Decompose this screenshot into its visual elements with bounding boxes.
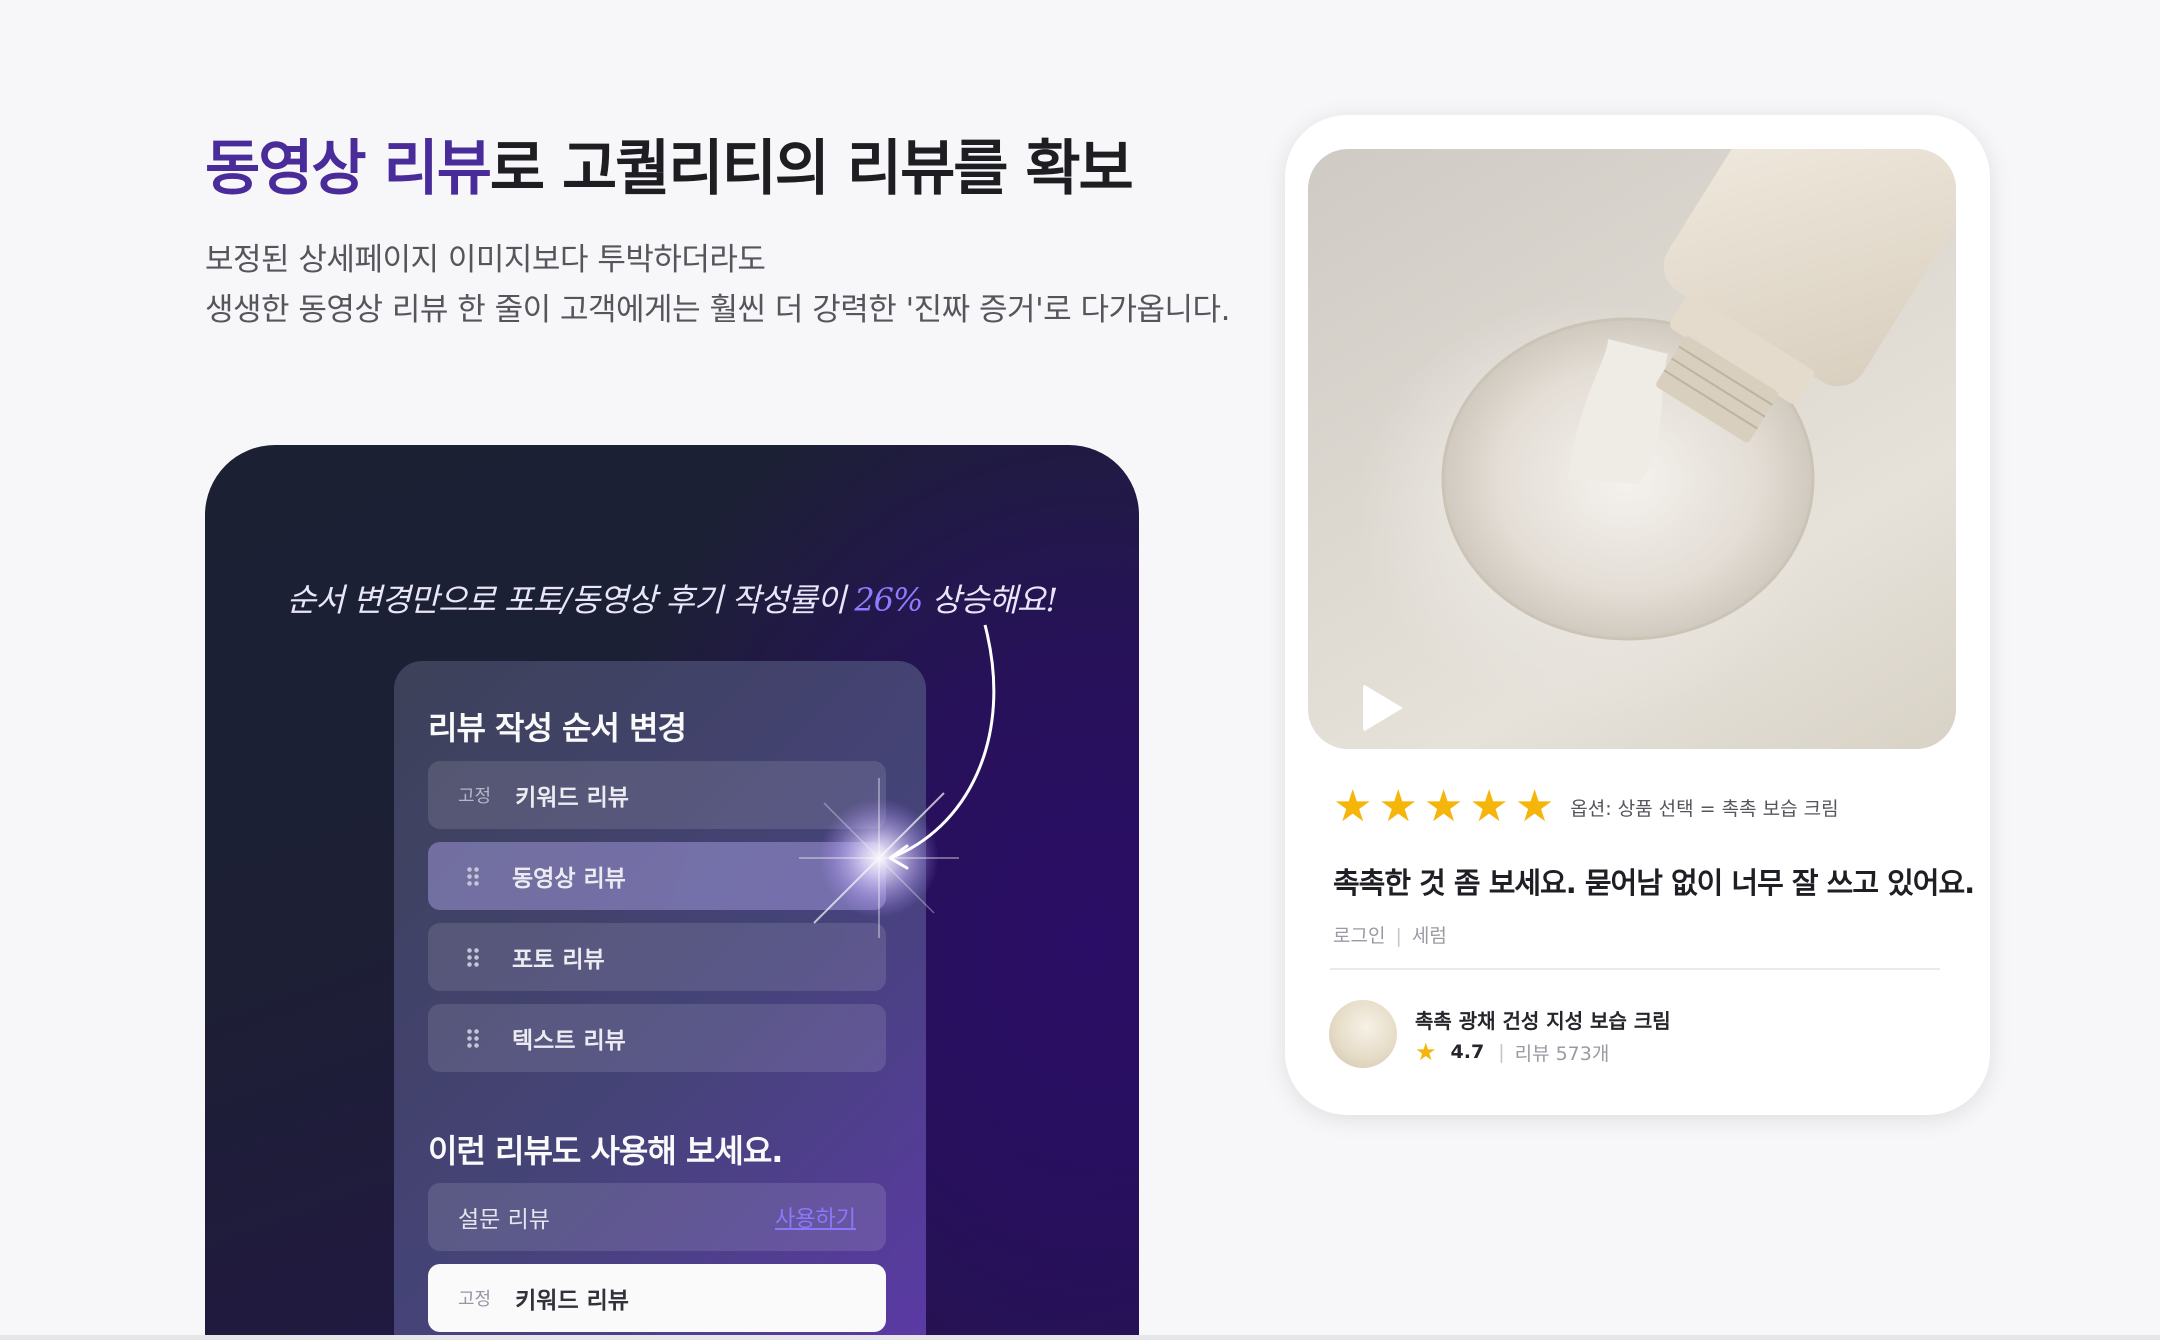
order-item-keyword: 고정 키워드 리뷰 — [428, 761, 886, 829]
curved-arrow-icon — [888, 624, 996, 870]
callout-before: 순서 변경만으로 포토/동영상 후기 작성률이 — [286, 581, 855, 619]
divider — [1330, 968, 1940, 970]
product-thumbnail[interactable] — [1329, 1000, 1397, 1068]
fixed-tag: 고정 — [458, 1289, 492, 1310]
order-item-video[interactable]: 동영상 리뷰 — [428, 842, 886, 910]
keyword-review-row: 고정 키워드 리뷰 — [428, 1264, 886, 1332]
page-headline: 동영상 리뷰로 고퀄리티의 리뷰를 확보 — [205, 120, 1134, 207]
order-card-title: 리뷰 작성 순서 변경 — [428, 709, 687, 747]
star-icon: ★ — [1423, 781, 1464, 832]
callout-percent: 26% — [854, 581, 923, 619]
callout-after: 상승해요! — [922, 581, 1059, 619]
order-item-label: 포토 리뷰 — [512, 947, 605, 973]
headline-rest: 로 고퀄리티의 리뷰를 확보 — [489, 134, 1134, 204]
order-item-text[interactable]: 텍스트 리뷰 — [428, 1004, 886, 1072]
play-icon[interactable] — [1363, 684, 1403, 732]
bottom-strip — [0, 1335, 2160, 1340]
page-subtext: 보정된 상세페이지 이미지보다 투박하더라도 생생한 동영상 리뷰 한 줄이 고… — [205, 235, 1230, 335]
product-review-count: 리뷰 573개 — [1514, 1042, 1610, 1065]
fixed-tag: 고정 — [458, 786, 492, 807]
rating-stars: ★ ★ ★ ★ ★ 옵션: 상품 선택 = 촉촉 보습 크림 — [1333, 785, 1839, 829]
product-name[interactable]: 촉촉 광채 건성 지성 보습 크림 — [1415, 1005, 1671, 1034]
drag-handle-icon[interactable] — [466, 1028, 480, 1048]
order-item-label: 텍스트 리뷰 — [512, 1028, 626, 1054]
star-icon: ★ — [1333, 781, 1373, 832]
subtext-line-1: 보정된 상세페이지 이미지보다 투박하더라도 — [205, 242, 766, 278]
keyword-review-label: 키워드 리뷰 — [515, 1288, 629, 1314]
review-video-thumbnail[interactable] — [1308, 149, 1956, 749]
headline-accent: 동영상 리뷰 — [205, 134, 492, 204]
star-icon: ★ — [1415, 1038, 1437, 1066]
subtext-line-2: 생생한 동영상 리뷰 한 줄이 고객에게는 훨씬 더 강력한 '진짜 증거'로 … — [205, 292, 1230, 328]
review-order-card: 리뷰 작성 순서 변경 고정 키워드 리뷰 동영상 리뷰 포토 리뷰 텍스트 리… — [394, 661, 959, 1340]
suggest-title: 이런 리뷰도 사용해 보세요. — [428, 1132, 783, 1170]
review-option: 옵션: 상품 선택 = 촉촉 보습 크림 — [1570, 797, 1839, 820]
review-order-panel: 순서 변경만으로 포토/동영상 후기 작성률이 26% 상승해요! 리뷰 작성 … — [205, 445, 1139, 1340]
review-text: 촉촉한 것 좀 보세요. 묻어남 없이 너무 잘 쓰고 있어요. — [1333, 866, 1975, 900]
drag-handle-icon[interactable] — [466, 866, 480, 886]
survey-review-label: 설문 리뷰 — [458, 1207, 550, 1233]
survey-review-row: 설문 리뷰 사용하기 — [428, 1183, 886, 1251]
cream-tube-image — [1441, 149, 1956, 641]
drag-handle-icon[interactable] — [466, 947, 480, 967]
star-icon: ★ — [1378, 781, 1418, 832]
product-rating-value: 4.7 — [1450, 1041, 1485, 1063]
product-rating: ★ 4.7 | 리뷰 573개 — [1415, 1038, 1610, 1066]
review-category: 세럼 — [1411, 925, 1447, 947]
review-meta: 로그인 | 세럼 — [1333, 925, 1447, 947]
order-item-photo[interactable]: 포토 리뷰 — [428, 923, 886, 991]
use-link[interactable]: 사용하기 — [775, 1201, 856, 1233]
review-card: ★ ★ ★ ★ ★ 옵션: 상품 선택 = 촉촉 보습 크림 촉촉한 것 좀 보… — [1285, 115, 1990, 1115]
order-item-label: 키워드 리뷰 — [515, 785, 629, 811]
star-icon: ★ — [1469, 781, 1509, 832]
callout-text: 순서 변경만으로 포토/동영상 후기 작성률이 26% 상승해요! — [205, 575, 1139, 621]
review-user: 로그인 — [1333, 925, 1386, 947]
order-item-label: 동영상 리뷰 — [512, 866, 626, 892]
star-icon: ★ — [1514, 781, 1555, 832]
